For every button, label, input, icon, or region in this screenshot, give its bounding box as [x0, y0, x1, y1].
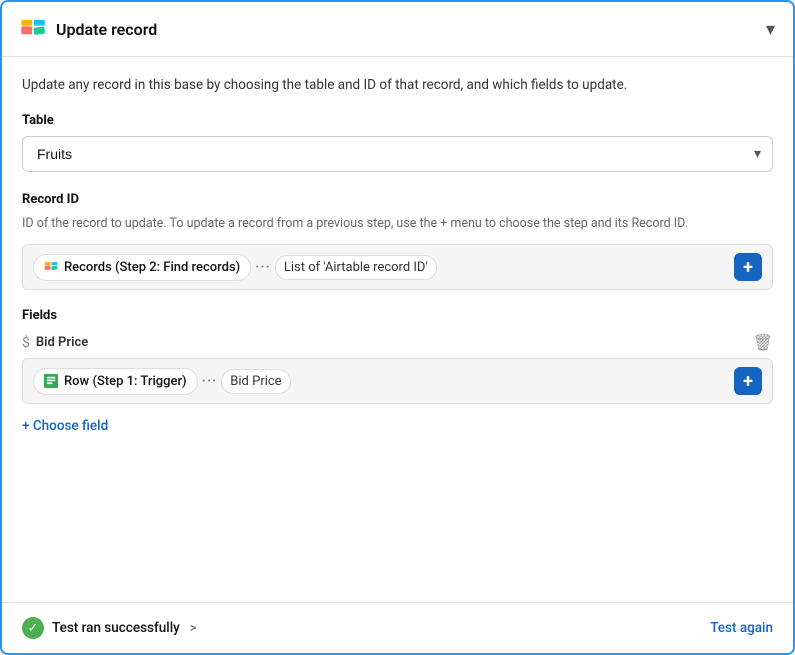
record-id-pill2-label: List of 'Airtable record ID' [275, 255, 437, 280]
table-label: Table [22, 113, 773, 128]
pill-dots-icon: ··· [255, 259, 271, 275]
panel-body: Update any record in this base by choosi… [2, 57, 793, 602]
field-name-label: Bid Price [36, 335, 88, 350]
field-header: $ Bid Price 🗑 [22, 333, 773, 352]
panel-footer: ✓ Test ran successfully > Test again [2, 602, 793, 653]
airtable-mini-icon [44, 260, 58, 274]
choose-field-button[interactable]: + Choose field [22, 418, 108, 434]
success-chevron-icon[interactable]: > [190, 621, 197, 636]
success-text: Test ran successfully [52, 620, 180, 636]
header-left: Update record [20, 16, 157, 42]
bid-price-field: $ Bid Price 🗑 Row (Step 1: [22, 333, 773, 404]
panel-description: Update any record in this base by choosi… [22, 75, 773, 95]
sheets-mini-icon [44, 374, 58, 388]
record-id-source-pill[interactable]: Records (Step 2: Find records) [33, 254, 251, 281]
field-value-pill-row: Row (Step 1: Trigger) ··· Bid Price + [22, 358, 773, 404]
field-pill2-label: Bid Price [221, 369, 290, 394]
record-id-pill-row: Records (Step 2: Find records) ··· List … [22, 244, 773, 290]
table-section: Table Fruits Vegetables Other ▾ [22, 113, 773, 172]
record-id-description: ID of the record to update. To update a … [22, 215, 773, 234]
fields-section: Fields $ Bid Price 🗑 [22, 308, 773, 434]
airtable-logo-icon [20, 16, 46, 42]
currency-icon: $ [22, 335, 30, 351]
collapse-button[interactable]: ▾ [766, 19, 775, 40]
field-pill1-label: Row (Step 1: Trigger) [64, 374, 187, 389]
field-add-button[interactable]: + [734, 367, 762, 395]
field-name-row: $ Bid Price [22, 335, 88, 351]
update-record-panel: Update record ▾ Update any record in thi… [0, 0, 795, 655]
panel-title: Update record [56, 20, 157, 39]
success-status-row: ✓ Test ran successfully > [22, 617, 197, 639]
field-pill-dots-icon: ··· [202, 373, 218, 389]
record-id-pill1-label: Records (Step 2: Find records) [64, 260, 240, 275]
record-id-section: Record ID ID of the record to update. To… [22, 192, 773, 290]
panel-header: Update record ▾ [2, 2, 793, 57]
test-again-button[interactable]: Test again [710, 620, 773, 636]
record-id-label: Record ID [22, 192, 773, 207]
fields-label: Fields [22, 308, 773, 323]
field-source-pill[interactable]: Row (Step 1: Trigger) [33, 368, 198, 395]
table-select[interactable]: Fruits Vegetables Other [22, 136, 773, 172]
delete-field-button[interactable]: 🗑 [753, 333, 773, 352]
record-id-add-button[interactable]: + [734, 253, 762, 281]
success-check-icon: ✓ [22, 617, 44, 639]
